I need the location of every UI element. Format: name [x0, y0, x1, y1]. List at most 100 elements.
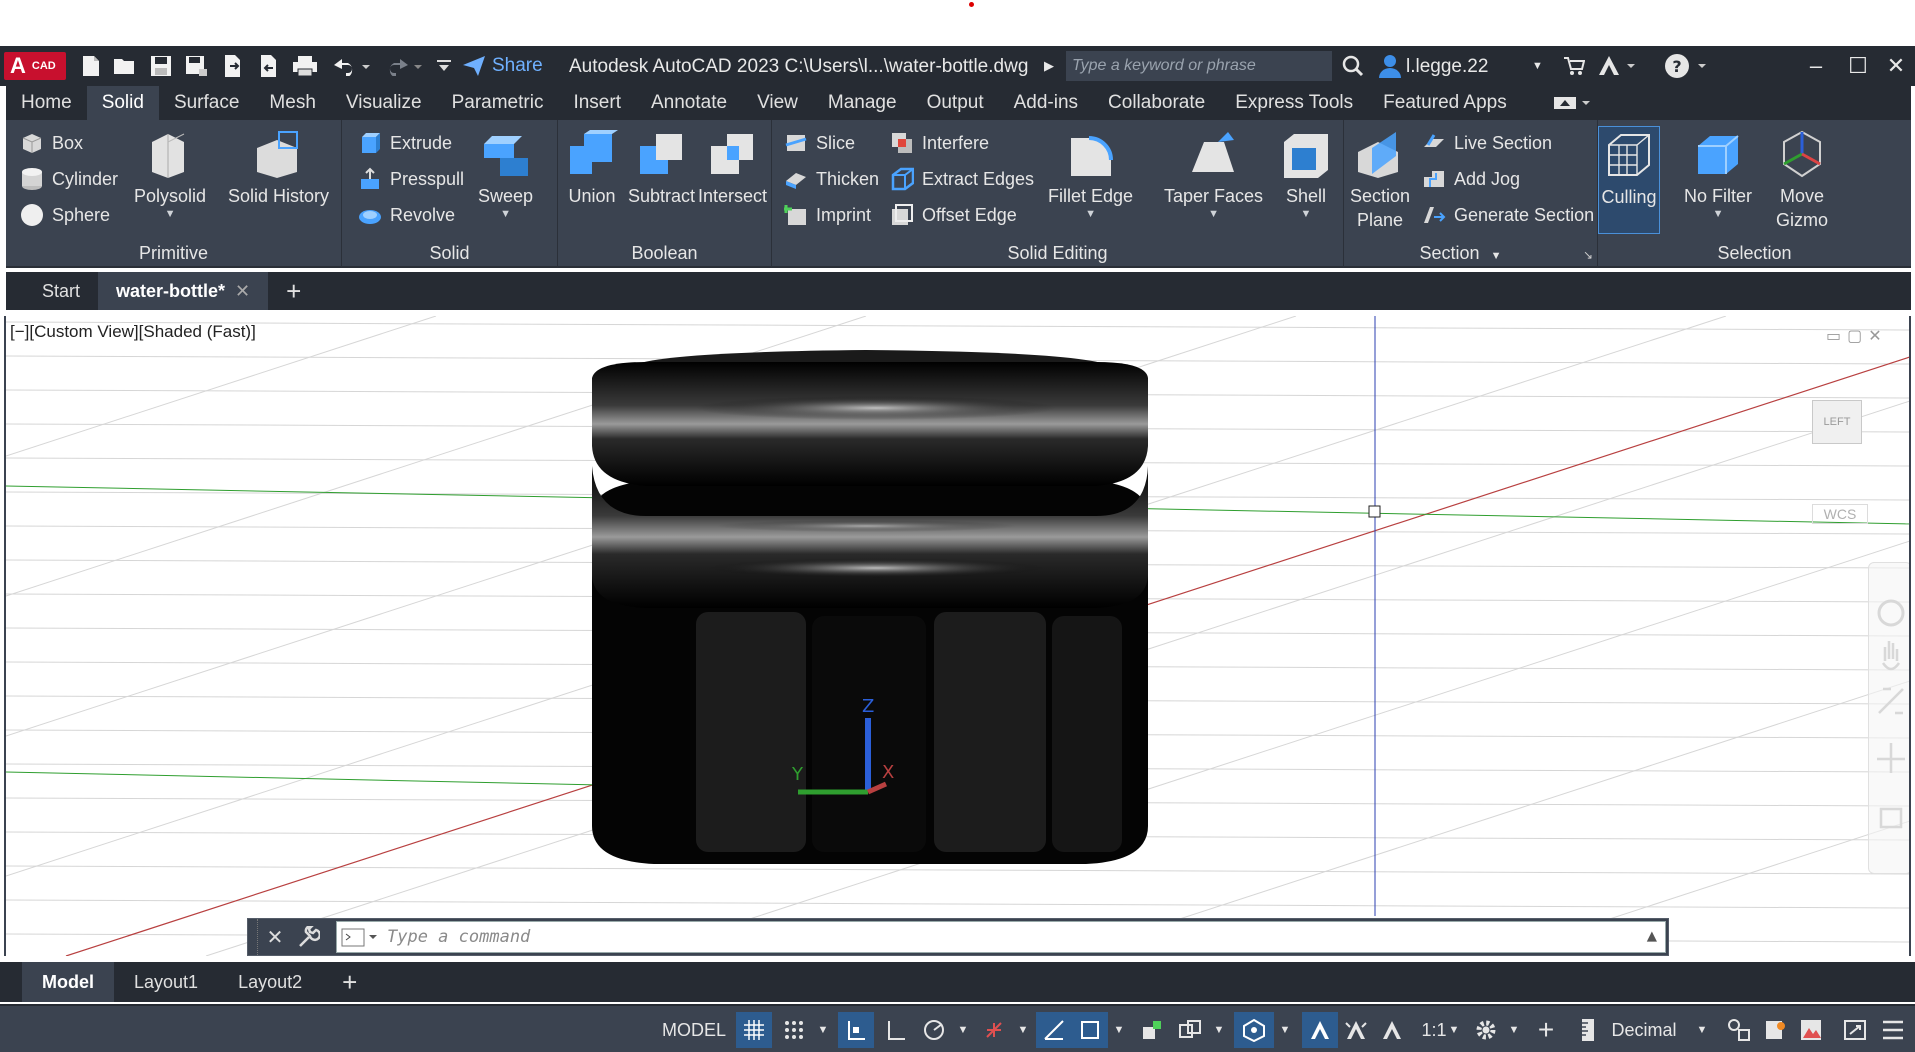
shell-button[interactable]: Shell ▼ — [1280, 128, 1332, 220]
quick-properties-icon[interactable] — [1722, 1012, 1756, 1048]
workspace-chevron-down-icon[interactable]: ▼ — [1504, 1012, 1524, 1048]
annotation-scale-icon[interactable] — [1134, 1012, 1170, 1048]
pan-icon[interactable] — [1881, 641, 1901, 671]
tab-featured-apps[interactable]: Featured Apps — [1368, 86, 1522, 120]
close-icon[interactable]: ✕ — [1876, 46, 1915, 86]
tab-layout1[interactable]: Layout1 — [114, 962, 218, 1002]
offset-edge-button[interactable]: Offset Edge — [890, 200, 1017, 230]
open-icon[interactable] — [110, 46, 140, 86]
tab-insert[interactable]: Insert — [558, 86, 636, 120]
thicken-button[interactable]: Thicken — [784, 164, 879, 194]
no-filter-button[interactable]: No Filter ▼ — [1684, 128, 1752, 220]
tab-parametric[interactable]: Parametric — [437, 86, 559, 120]
tab-layout2[interactable]: Layout2 — [218, 962, 322, 1002]
annotation-monitor-icon[interactable]: + — [1528, 1012, 1564, 1048]
customization-menu-icon[interactable] — [1876, 1012, 1910, 1048]
new-icon[interactable] — [76, 46, 106, 86]
extract-edges-button[interactable]: Extract Edges — [890, 164, 1034, 194]
object-snap-tracking-icon[interactable] — [1036, 1012, 1072, 1048]
polar-tracking-icon[interactable] — [916, 1012, 952, 1048]
presspull-button[interactable]: Presspull — [358, 164, 464, 194]
revolve-button[interactable]: Revolve — [358, 200, 455, 230]
lock-ui-icon[interactable] — [1758, 1012, 1792, 1048]
snap-icon[interactable] — [776, 1012, 812, 1048]
tab-surface[interactable]: Surface — [159, 86, 254, 120]
isodraft-icon[interactable] — [976, 1012, 1012, 1048]
customize-icon[interactable] — [432, 46, 456, 86]
viewport-window-controls[interactable]: ▭▢✕ — [1826, 326, 1888, 346]
subtract-button[interactable]: Subtract — [628, 128, 695, 208]
wrench-icon[interactable] — [292, 919, 326, 955]
infer-constraints-icon[interactable] — [838, 1012, 874, 1048]
selection-cycling-icon[interactable] — [1172, 1012, 1208, 1048]
3d-snap-chevron-down-icon[interactable]: ▼ — [1274, 1012, 1296, 1048]
command-history-chevron-up-icon[interactable]: ▲ — [1647, 926, 1657, 946]
units-value[interactable]: Decimal — [1604, 1012, 1684, 1048]
tab-mesh[interactable]: Mesh — [254, 86, 330, 120]
tab-start[interactable]: Start — [6, 272, 98, 310]
search-input[interactable]: Type a keyword or phrase — [1066, 51, 1332, 81]
command-line-grip[interactable] — [248, 919, 258, 955]
drawing-viewport[interactable]: Z Y X [−][Custom View][Shaded (Fast)] ▭▢… — [4, 316, 1911, 956]
save-icon[interactable] — [146, 46, 176, 86]
navigation-bar[interactable] — [1868, 562, 1909, 874]
tab-manage[interactable]: Manage — [813, 86, 912, 120]
isodraft-chevron-down-icon[interactable]: ▼ — [1012, 1012, 1034, 1048]
isolate-objects-icon[interactable] — [1794, 1012, 1828, 1048]
tab-view[interactable]: View — [742, 86, 813, 120]
minimize-icon[interactable]: – — [1796, 46, 1836, 86]
object-snap-icon[interactable] — [1072, 1012, 1108, 1048]
model-scene[interactable]: Z Y X — [6, 316, 1911, 956]
title-overflow-icon[interactable]: ▶ — [1044, 46, 1054, 86]
units-icon[interactable] — [1574, 1012, 1602, 1048]
section-panel-launcher-icon[interactable]: ↘ — [1583, 248, 1593, 262]
new-layout-icon[interactable]: + — [322, 962, 377, 1002]
live-section-button[interactable]: Live Section — [1422, 128, 1552, 158]
save-as-icon[interactable] — [182, 46, 212, 86]
command-prompt-icon[interactable] — [341, 928, 381, 953]
taper-faces-chevron-down-icon[interactable]: ▼ — [1208, 208, 1219, 220]
tab-annotate[interactable]: Annotate — [636, 86, 742, 120]
ribbon-minimize-icon[interactable] — [1552, 95, 1592, 111]
polysolid-chevron-down-icon[interactable]: ▼ — [165, 208, 176, 220]
object-snap-chevron-down-icon[interactable]: ▼ — [1108, 1012, 1130, 1048]
redo-icon[interactable] — [380, 46, 424, 86]
tab-visualize[interactable]: Visualize — [331, 86, 437, 120]
annotation-scale-toggle-icon[interactable] — [1374, 1012, 1410, 1048]
viewport-controls-label[interactable]: [−][Custom View][Shaded (Fast)] — [10, 322, 256, 342]
cart-icon[interactable] — [1560, 46, 1588, 86]
sweep-button[interactable]: Sweep ▼ — [478, 128, 533, 220]
user-menu-chevron-down-icon[interactable]: ▼ — [1532, 46, 1543, 86]
tab-model[interactable]: Model — [22, 962, 114, 1002]
intersect-button[interactable]: Intersect — [698, 128, 767, 208]
polysolid-button[interactable]: Polysolid ▼ — [134, 128, 206, 220]
imprint-button[interactable]: Imprint — [784, 200, 871, 230]
help-icon[interactable]: ? — [1662, 46, 1710, 86]
new-tab-icon[interactable]: + — [268, 272, 319, 310]
autodesk-account-icon[interactable] — [1596, 46, 1638, 86]
box-button[interactable]: Box — [20, 128, 83, 158]
ucs-menu[interactable]: WCS — [1812, 504, 1868, 524]
fillet-edge-chevron-down-icon[interactable]: ▼ — [1085, 208, 1096, 220]
tab-solid[interactable]: Solid — [86, 86, 159, 120]
panel-title-section[interactable]: Section ▼ — [1344, 240, 1597, 268]
share-button[interactable]: Share — [462, 46, 543, 86]
user-icon[interactable] — [1376, 46, 1404, 86]
no-filter-chevron-down-icon[interactable]: ▼ — [1713, 208, 1724, 220]
tab-add-ins[interactable]: Add-ins — [999, 86, 1093, 120]
taper-faces-button[interactable]: Taper Faces ▼ — [1164, 128, 1263, 220]
culling-button[interactable]: Culling — [1598, 126, 1660, 234]
fillet-edge-button[interactable]: Fillet Edge ▼ — [1048, 128, 1133, 220]
undo-icon[interactable] — [328, 46, 372, 86]
move-gizmo-button[interactable]: Move Gizmo — [1776, 128, 1828, 232]
3d-object-snap-icon[interactable] — [1234, 1012, 1274, 1048]
plot-icon[interactable] — [290, 46, 320, 86]
tab-home[interactable]: Home — [6, 86, 87, 120]
model-space-toggle[interactable]: MODEL — [656, 1012, 732, 1048]
annotation-visibility-icon[interactable] — [1302, 1012, 1338, 1048]
user-name[interactable]: l.legge.22 — [1406, 56, 1488, 78]
save-web-icon[interactable] — [254, 46, 284, 86]
full-screen-icon[interactable] — [1838, 1012, 1872, 1048]
viewcube[interactable]: LEFT — [1812, 400, 1862, 444]
maximize-icon[interactable]: ☐ — [1838, 46, 1878, 86]
